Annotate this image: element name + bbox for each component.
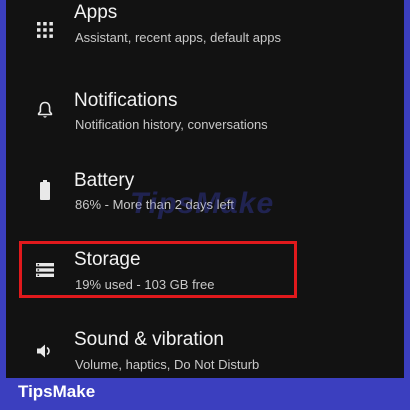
settings-item-sound-vibration[interactable]: Sound & vibration Volume, haptics, Do No… [6, 320, 404, 378]
storage-highlight-box [19, 241, 297, 298]
settings-item-title: Apps [74, 2, 118, 23]
settings-item-title: Sound & vibration [74, 329, 224, 350]
image-frame: Apps Assistant, recent apps, default app… [0, 0, 410, 410]
battery-icon [34, 179, 56, 201]
brand-logo: TipsMake [18, 382, 96, 401]
settings-item-title: Notifications [74, 90, 178, 111]
settings-item-apps[interactable]: Apps Assistant, recent apps, default app… [6, 0, 404, 64]
watermark: TipsMake [130, 187, 275, 220]
settings-item-notifications[interactable]: Notifications Notification history, conv… [6, 80, 404, 152]
settings-screen: Apps Assistant, recent apps, default app… [6, 0, 404, 378]
bell-icon [34, 99, 56, 121]
apps-grid-icon [34, 19, 56, 41]
settings-item-subtitle: Notification history, conversations [75, 117, 268, 132]
settings-item-subtitle: Assistant, recent apps, default apps [75, 30, 281, 45]
speaker-icon [34, 340, 56, 362]
settings-item-title: Battery [74, 170, 135, 191]
settings-item-subtitle: Volume, haptics, Do Not Disturb [75, 357, 260, 372]
